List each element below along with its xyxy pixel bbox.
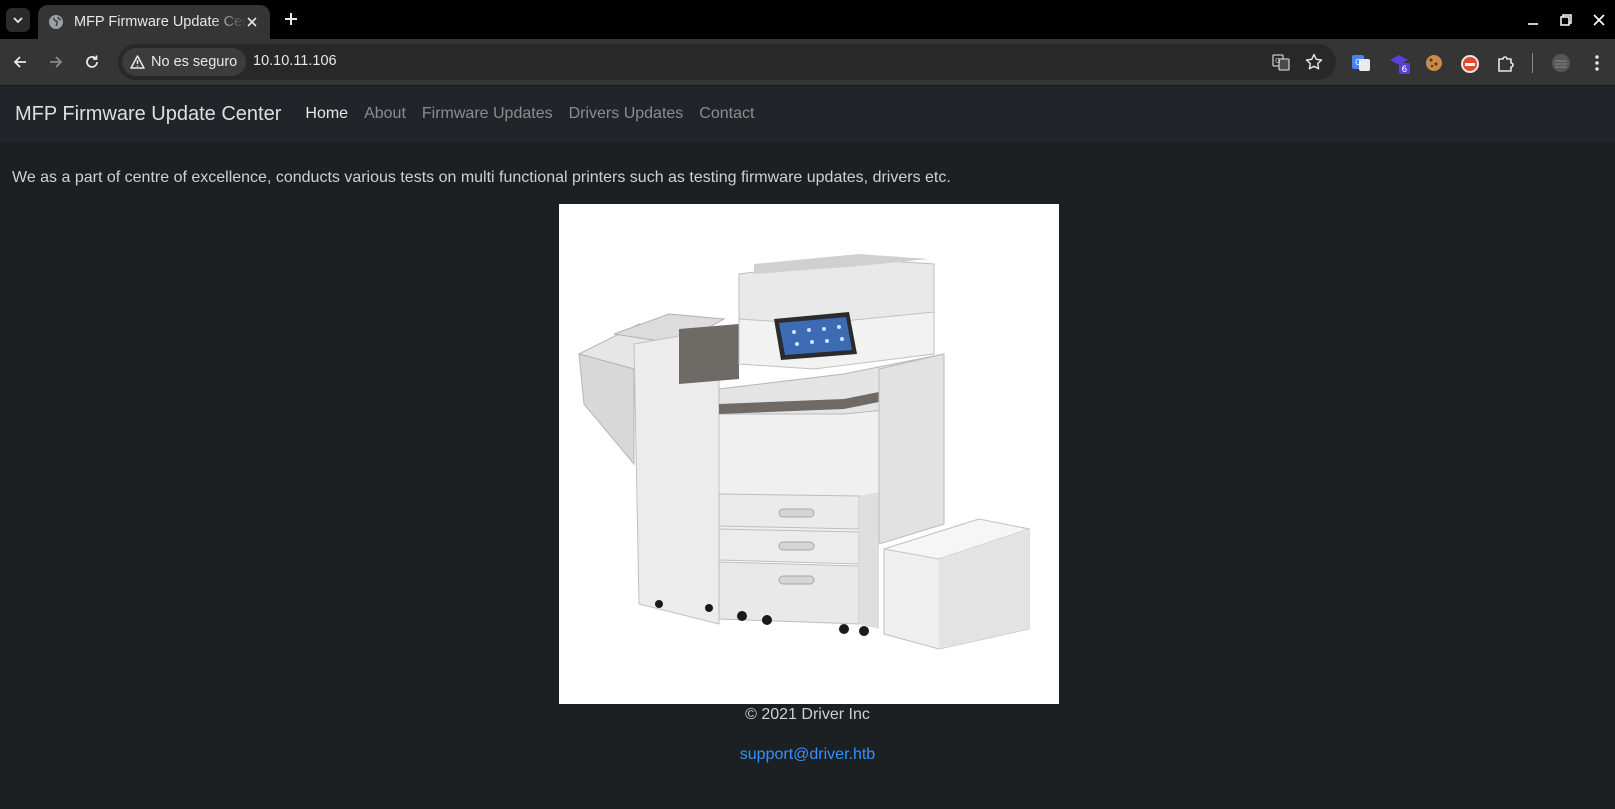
extensions-puzzle-icon[interactable] [1495, 52, 1517, 74]
translate-icon[interactable]: G [1271, 52, 1291, 72]
arrow-left-icon [13, 56, 26, 68]
close-window-button[interactable] [1582, 0, 1615, 39]
back-button[interactable] [10, 52, 30, 72]
svg-text:G: G [1355, 58, 1361, 67]
browser-tabstrip: MFP Firmware Update Center [0, 0, 1615, 39]
cookie-icon[interactable] [1423, 52, 1445, 74]
reload-icon [86, 55, 98, 68]
browser-tab[interactable]: MFP Firmware Update Center [38, 5, 270, 39]
hat-extension-icon[interactable]: 6 [1388, 52, 1410, 74]
nav-link-drivers-updates[interactable]: Drivers Updates [569, 105, 684, 123]
close-icon [1592, 13, 1605, 26]
reload-button[interactable] [82, 52, 102, 72]
chevron-down-icon [13, 17, 23, 24]
browser-toolbar: No es seguro 10.10.11.106 G G 6 [0, 39, 1615, 86]
extension-badge: 6 [1402, 65, 1408, 74]
nav-link-contact[interactable]: Contact [699, 105, 754, 123]
address-bar[interactable]: No es seguro 10.10.11.106 G [118, 44, 1336, 80]
close-icon[interactable] [244, 14, 260, 30]
intro-text: We as a part of centre of excellence, co… [12, 169, 951, 186]
nav-link-about[interactable]: About [364, 105, 406, 123]
forward-button[interactable] [46, 52, 66, 72]
warning-icon [130, 55, 145, 69]
tab-search-button[interactable] [6, 8, 30, 32]
minimize-icon [1527, 22, 1538, 25]
profile-avatar-icon[interactable] [1550, 52, 1572, 74]
blocker-extension-icon[interactable] [1459, 52, 1481, 74]
new-tab-button[interactable] [282, 10, 300, 28]
nav-link-firmware-updates[interactable]: Firmware Updates [422, 105, 553, 123]
arrow-right-icon [50, 56, 63, 68]
nav-link-home[interactable]: Home [305, 105, 348, 123]
security-indicator[interactable]: No es seguro [122, 48, 247, 76]
site-navbar: MFP Firmware Update Center Home About Fi… [0, 86, 1615, 142]
page-content: We as a part of centre of excellence, co… [0, 142, 1615, 809]
svg-text:G: G [1275, 57, 1280, 65]
window-controls [1516, 0, 1615, 39]
bookmark-star-icon[interactable] [1304, 52, 1324, 72]
restore-icon [1559, 13, 1572, 26]
printer-image [559, 204, 1059, 704]
url-text[interactable]: 10.10.11.106 [253, 53, 337, 69]
more-options-icon[interactable] [1586, 52, 1608, 74]
site-brand[interactable]: MFP Firmware Update Center [15, 103, 281, 126]
footer-copyright: © 2021 Driver Inc [745, 706, 870, 723]
security-label: No es seguro [151, 54, 238, 70]
toolbar-divider [1532, 53, 1533, 73]
restore-button[interactable] [1549, 0, 1582, 39]
minimize-button[interactable] [1516, 0, 1549, 39]
plus-icon [285, 13, 297, 25]
footer-email-wrapper: support@driver.htb [0, 746, 1615, 764]
tab-title: MFP Firmware Update Center [74, 14, 246, 30]
globe-icon [48, 14, 64, 30]
google-translate-extension-icon[interactable]: G [1350, 52, 1372, 74]
support-email-link[interactable]: support@driver.htb [740, 746, 875, 763]
